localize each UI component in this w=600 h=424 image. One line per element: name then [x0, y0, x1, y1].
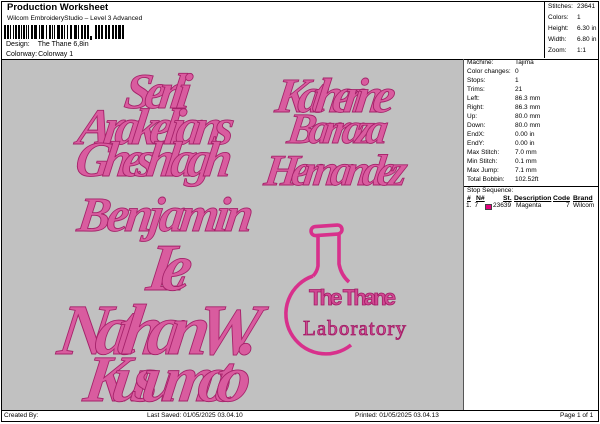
- svg-text:Laboratory: Laboratory: [303, 316, 407, 340]
- svg-text:Gheshlagh: Gheshlagh: [72, 131, 236, 187]
- svg-text:The Thane: The Thane: [309, 285, 396, 310]
- svg-text:Kusumoto: Kusumoto: [79, 343, 256, 410]
- svg-text:Hernandez: Hernandez: [261, 146, 412, 195]
